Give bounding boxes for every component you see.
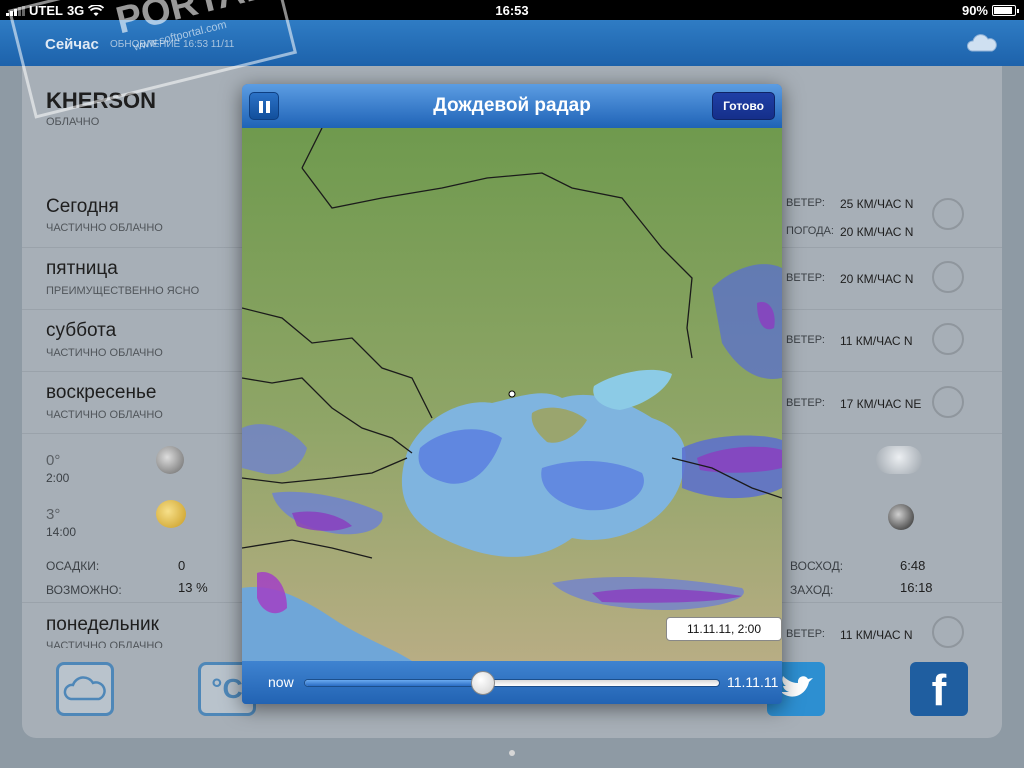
wind-direction-icon <box>932 386 964 418</box>
day-condition: ЧАСТИЧНО ОБЛАЧНО <box>46 409 163 421</box>
wind-label: ВЕТЕР: <box>786 197 825 209</box>
day-name: Сегодня <box>46 196 119 217</box>
day-condition: ЧАСТИЧНО ОБЛАЧНО <box>46 640 163 648</box>
sun-cloud-icon <box>156 500 186 528</box>
cloud-icon <box>876 446 922 474</box>
hourly-temp: 0° <box>46 452 61 469</box>
day-name: понедельник <box>46 614 159 635</box>
night-cloud-icon <box>156 446 184 474</box>
precip-label: ОСАДКИ: <box>46 559 100 573</box>
timeline-end-label: 11.11.11 <box>727 674 779 690</box>
page-indicator <box>509 750 515 756</box>
wind-label: ВЕТЕР: <box>786 397 825 409</box>
day-condition: ЧАСТИЧНО ОБЛАЧНО <box>46 347 163 359</box>
timeline-slider[interactable] <box>304 679 720 687</box>
cloud-refresh-icon[interactable] <box>966 34 998 52</box>
moon-icon <box>888 504 914 530</box>
radar-map[interactable] <box>242 128 782 661</box>
radar-timestamp: 11.11.11, 2:00 <box>666 617 782 641</box>
wind-direction-icon <box>932 198 964 230</box>
day-name: воскресенье <box>46 382 157 403</box>
wind-label: ВЕТЕР: <box>786 272 825 284</box>
city-condition: ОБЛАЧНО <box>46 116 100 128</box>
chance-label: ВОЗМОЖНО: <box>46 583 122 597</box>
screen: UTEL 3G 16:53 90% Сейчас ОБНОВЛЕНИЕ 16:53… <box>0 0 1024 768</box>
wind-value: 11 КМ/ЧАС N <box>840 628 913 642</box>
rain-radar-modal: Дождевой радар Готово 11.11.11, 2:00 now… <box>242 84 782 704</box>
cloud-icon <box>63 676 106 701</box>
wind-value: 25 КМ/ЧАС N <box>840 197 914 211</box>
wind-value: 20 КМ/ЧАС N <box>840 272 914 286</box>
done-button[interactable]: Готово <box>712 92 775 120</box>
modal-header: Дождевой радар Готово <box>242 84 782 128</box>
location-marker <box>508 390 516 398</box>
wind2-label: ПОГОДА: <box>786 225 834 237</box>
sunrise-label: ВОСХОД: <box>790 559 844 573</box>
sunset-label: ЗАХОД: <box>790 583 834 597</box>
wind-direction-icon <box>932 323 964 355</box>
wind-direction-icon <box>932 261 964 293</box>
timeline-start-label: now <box>268 674 294 690</box>
wind-label: ВЕТЕР: <box>786 334 825 346</box>
wind2-value: 20 КМ/ЧАС N <box>840 225 914 239</box>
hourly-time: 14:00 <box>46 525 77 539</box>
timeline-bar: now 11.11.11 <box>242 661 782 704</box>
battery-percent: 90% <box>961 3 988 18</box>
timeline-slider-thumb[interactable] <box>470 671 495 695</box>
wind-label: ВЕТЕР: <box>786 628 825 640</box>
wind-value: 17 КМ/ЧАС NE <box>840 397 922 411</box>
weather-tab-icon[interactable] <box>56 662 114 716</box>
facebook-button[interactable]: f <box>910 662 968 716</box>
wind-direction-icon <box>932 616 964 648</box>
hourly-time: 2:00 <box>46 471 70 485</box>
precip-value: 0 <box>178 558 186 573</box>
sunrise-value: 6:48 <box>900 558 926 573</box>
sunset-value: 16:18 <box>900 580 933 595</box>
modal-title: Дождевой радар <box>433 95 591 116</box>
day-condition: ПРЕИМУЩЕСТВЕННО ЯСНО <box>46 285 200 297</box>
day-name: пятница <box>46 258 118 279</box>
wind-value: 11 КМ/ЧАС N <box>840 334 913 348</box>
day-name: суббота <box>46 320 117 341</box>
battery-icon <box>992 5 1019 16</box>
day-condition: ЧАСТИЧНО ОБЛАЧНО <box>46 222 163 234</box>
timeline-slider-fill <box>305 680 484 686</box>
hourly-temp: 3° <box>46 506 61 523</box>
chance-value: 13 % <box>178 580 208 595</box>
